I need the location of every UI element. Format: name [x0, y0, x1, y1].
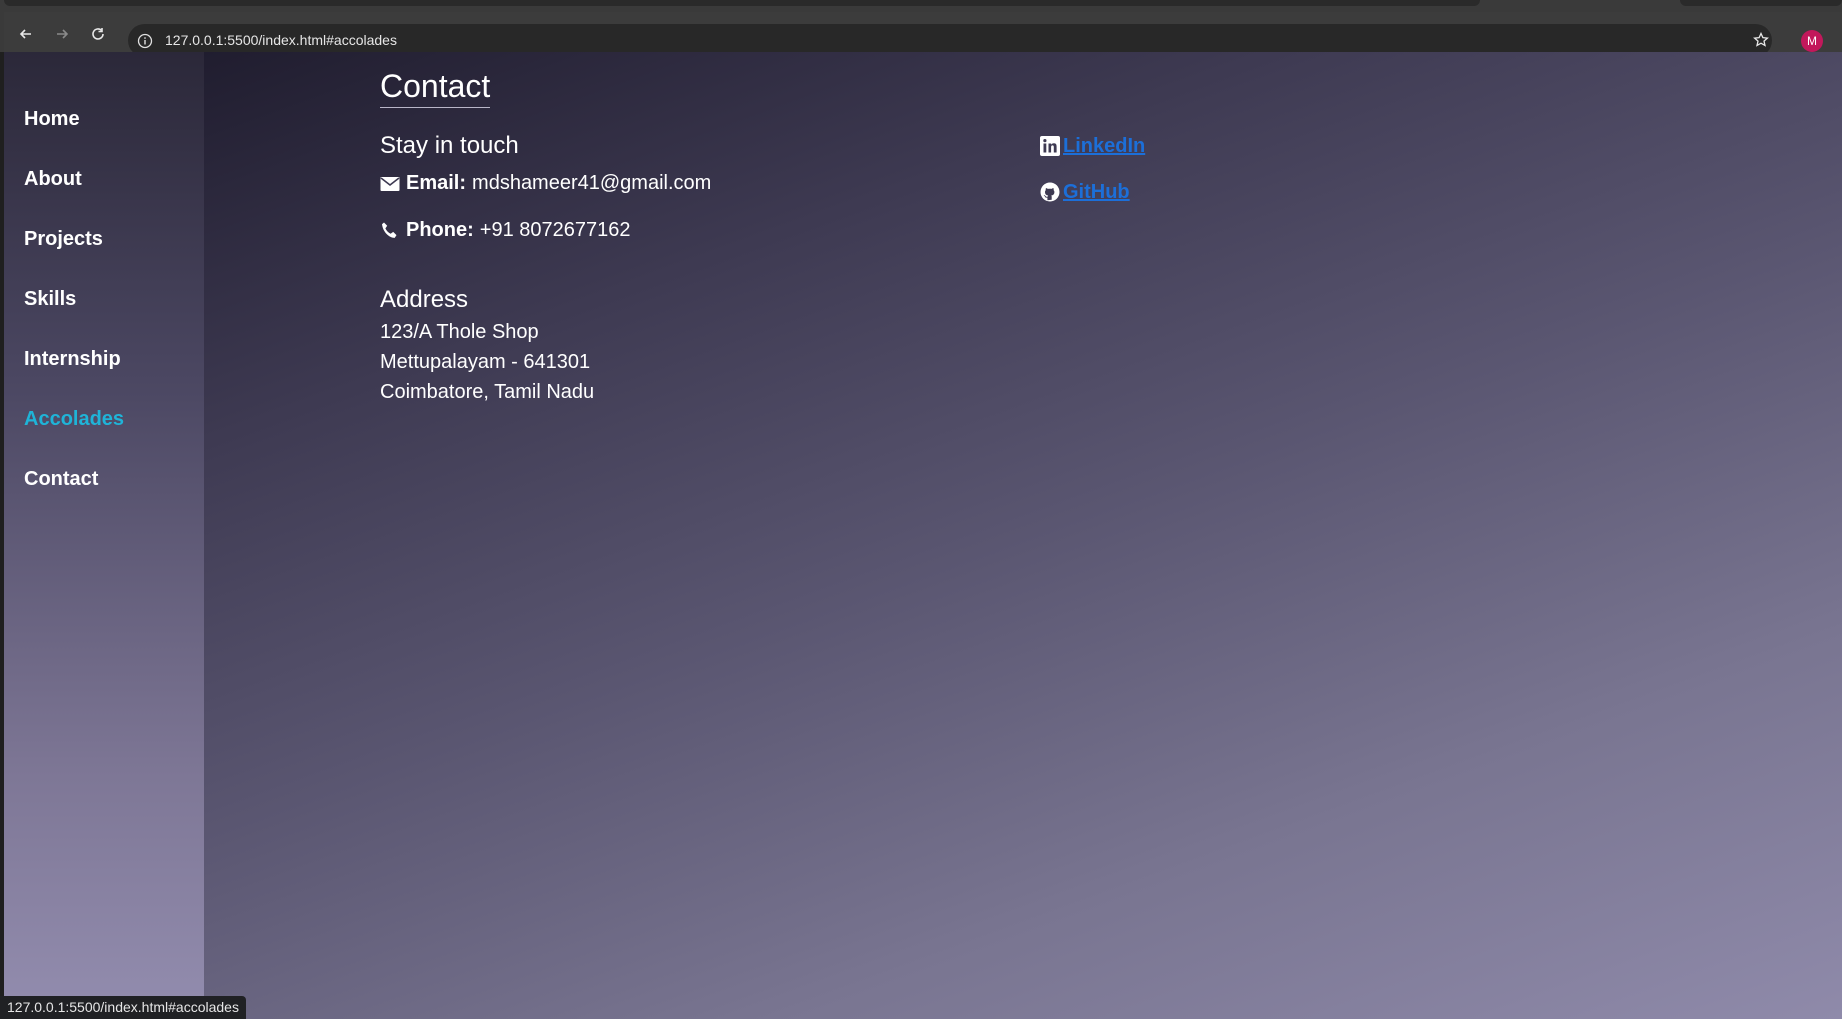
- sidebar-item-projects[interactable]: Projects: [24, 229, 124, 289]
- sidebar-item-accolades[interactable]: Accolades: [24, 409, 124, 469]
- email-label: Email:: [406, 172, 467, 194]
- phone-value: +91 8072677162: [479, 219, 631, 241]
- forward-button[interactable]: [50, 22, 74, 46]
- address-line: 123/A Thole Shop: [380, 321, 539, 343]
- link-status-bar: 127.0.0.1:5500/index.html#accolades: [0, 996, 246, 1019]
- page-title: Contact: [380, 68, 491, 108]
- profile-avatar[interactable]: M: [1801, 30, 1823, 52]
- arrow-left-icon: [19, 29, 31, 39]
- page-viewport: Home About Projects Skills Internship Ac…: [4, 52, 1842, 1019]
- envelope-icon: [380, 175, 400, 193]
- tab-strip: [4, 0, 1480, 6]
- sidebar-nav: Home About Projects Skills Internship Ac…: [24, 109, 124, 529]
- browser-chrome: 127.0.0.1:5500/index.html#accolades M: [0, 0, 1842, 57]
- github-icon: [1040, 182, 1060, 202]
- linkedin-item: LinkedIn: [1040, 134, 1145, 158]
- linkedin-link[interactable]: LinkedIn: [1063, 135, 1145, 158]
- site-info-icon[interactable]: [136, 32, 154, 50]
- sidebar-item-home[interactable]: Home: [24, 109, 124, 169]
- email-value: mdshameer41@gmail.com: [472, 172, 712, 194]
- address-line: Mettupalayam - 641301: [380, 351, 591, 373]
- main-content: Contact Stay in touch Email: mdshameer41…: [204, 52, 1842, 1019]
- url-text: 127.0.0.1:5500/index.html#accolades: [165, 32, 397, 48]
- tab-strip-right: [1680, 0, 1842, 6]
- github-link[interactable]: GitHub: [1063, 181, 1130, 204]
- phone-icon: [380, 222, 400, 240]
- stay-in-touch-heading: Stay in touch: [380, 132, 519, 159]
- social-links: LinkedIn GitHub: [1040, 134, 1145, 226]
- arrow-right-icon: [57, 29, 69, 39]
- sidebar: Home About Projects Skills Internship Ac…: [4, 52, 204, 1019]
- sidebar-item-internship[interactable]: Internship: [24, 349, 124, 409]
- contact-section: Contact Stay in touch Email: mdshameer41…: [380, 68, 711, 404]
- reload-icon: [92, 28, 104, 40]
- sidebar-item-contact[interactable]: Contact: [24, 469, 124, 529]
- github-item: GitHub: [1040, 180, 1145, 204]
- bookmark-star-icon[interactable]: [1750, 29, 1772, 51]
- linkedin-icon: [1040, 136, 1060, 156]
- sidebar-item-about[interactable]: About: [24, 169, 124, 229]
- back-button[interactable]: [14, 22, 38, 46]
- reload-button[interactable]: [86, 22, 110, 46]
- phone-row: Phone: +91 8072677162: [380, 219, 711, 242]
- phone-label: Phone:: [406, 219, 474, 241]
- sidebar-item-skills[interactable]: Skills: [24, 289, 124, 349]
- browser-toolbar: 127.0.0.1:5500/index.html#accolades M: [4, 12, 1842, 57]
- email-row: Email: mdshameer41@gmail.com: [380, 172, 711, 195]
- address-heading: Address: [380, 286, 469, 313]
- address-line: Coimbatore, Tamil Nadu: [380, 381, 595, 403]
